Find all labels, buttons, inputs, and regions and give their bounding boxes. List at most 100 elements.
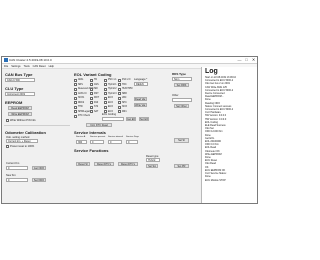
eol-option-3-1-label: PSC 1.1: [108, 79, 117, 81]
eol-option-1-8-checkbox[interactable]: [74, 110, 77, 113]
eol-option-1-3-checkbox[interactable]: [74, 87, 77, 91]
eol-option-3-5[interactable]: ECO: [104, 96, 117, 100]
close-button[interactable]: ✕: [250, 57, 257, 63]
odo-method-select[interactable]: Current km, + Reset: [6, 139, 38, 143]
eol-option-4-1-checkbox[interactable]: [118, 78, 121, 82]
eol-option-1-4-checkbox[interactable]: [74, 92, 77, 95]
eol-option-3-7-checkbox[interactable]: [104, 105, 107, 109]
eol-option-3-5-checkbox[interactable]: [104, 96, 107, 100]
minimize-button[interactable]: —: [236, 57, 243, 63]
eol-option-3-7[interactable]: ECO: [104, 105, 117, 109]
eol-option-4-2[interactable]: TRC: [118, 83, 132, 87]
eol-option-2-5-checkbox[interactable]: [90, 96, 93, 100]
eol-option-2-1-checkbox[interactable]: [90, 78, 93, 82]
set-eol-button[interactable]: Set EOL: [139, 117, 149, 121]
write-without-pn-checkbox[interactable]: [6, 119, 9, 122]
eol-option-2-7-checkbox[interactable]: [90, 105, 93, 109]
eol-option-4-8[interactable]: MZ1: [118, 110, 132, 114]
eol-option-1-2-checkbox[interactable]: [74, 83, 77, 86]
reset-type-select[interactable]: Hybrid: [146, 158, 160, 162]
eol-option-4-4-checkbox[interactable]: [118, 92, 121, 95]
reset-dtc-button-1[interactable]: Reset DTC's: [94, 162, 114, 166]
si-interval-field[interactable]: 0: [108, 140, 122, 144]
eol-option-2-6-checkbox[interactable]: [90, 101, 93, 104]
eol-option-4-5-checkbox[interactable]: [118, 96, 121, 100]
eol-option-2-6[interactable]: R10: [90, 101, 99, 105]
eol-option-2-3[interactable]: SDI: [90, 87, 99, 91]
eol-option-1-5-checkbox[interactable]: [74, 96, 77, 100]
menu-can-reset[interactable]: CAN Reset: [33, 65, 46, 68]
eol-option-3-6-checkbox[interactable]: [104, 101, 107, 104]
eol-option-3-3-checkbox[interactable]: [104, 87, 107, 91]
eol-option-2-2-checkbox[interactable]: [90, 83, 93, 86]
new-km-field[interactable]: 0: [6, 178, 28, 182]
get-odo-button[interactable]: Get ODO: [32, 166, 46, 170]
set-pr-button[interactable]: Set PR: [174, 164, 189, 168]
log-panel[interactable]: Log Start on 22.08.2019 13:06:10 Connecte…: [201, 67, 257, 203]
eol-option-2-3-checkbox[interactable]: [90, 87, 93, 91]
eol-option-4-7[interactable]: NOX: [118, 105, 132, 109]
write-variant-button[interactable]: Write Var.: [134, 103, 147, 107]
eol-option-1-7-checkbox[interactable]: [74, 105, 77, 109]
eol-option-3-2-checkbox[interactable]: [104, 83, 107, 86]
set-other-button[interactable]: Set Other: [174, 104, 189, 108]
eol-option-1-9[interactable]: DTC Check: [74, 114, 94, 118]
eol-option-2-8-checkbox[interactable]: [90, 110, 93, 113]
eol-option-3-4-checkbox[interactable]: [104, 92, 107, 95]
menu-tools[interactable]: Tools: [24, 65, 30, 68]
set-sa-button[interactable]: Set SA: [146, 164, 158, 168]
si-a-field[interactable]: 360: [76, 140, 87, 144]
eol-option-4-8-checkbox[interactable]: [118, 110, 121, 113]
eol-option-2-1[interactable]: TD: [90, 78, 99, 82]
rds-select[interactable]: Nom: [172, 77, 192, 81]
preset-reset-checkbox[interactable]: [6, 145, 9, 148]
eol-option-3-4[interactable]: Hybrid 3: [104, 92, 117, 96]
menu-file[interactable]: File: [4, 65, 8, 68]
current-km-field[interactable]: 0: [6, 166, 28, 170]
si-percent-field[interactable]: 0: [90, 140, 104, 144]
set-odo-button[interactable]: Set ODO: [32, 178, 46, 182]
menu-help[interactable]: Help: [49, 65, 54, 68]
eol-option-4-7-checkbox[interactable]: [118, 105, 121, 109]
reset-si-button[interactable]: Reset SI: [76, 162, 90, 166]
eol-option-4-6[interactable]: SPC: [118, 101, 132, 105]
eol-option-2-7[interactable]: ST2: [90, 105, 99, 109]
eol-option-4-1[interactable]: FSC 2.0: [118, 78, 132, 82]
eol-option-4-3-checkbox[interactable]: [118, 87, 121, 91]
si-days-field[interactable]: 0: [126, 140, 138, 144]
get-eol-button[interactable]: Get EOL: [126, 117, 136, 121]
eol-option-2-4[interactable]: DST: [90, 92, 99, 96]
write-eeprom-button[interactable]: Write EEPROM: [8, 112, 32, 116]
reset-dtc-button-2[interactable]: Reset DTC's: [118, 162, 138, 166]
eol-option-3-1-checkbox[interactable]: [104, 78, 107, 82]
clu-dtc-button[interactable]: CLU DTC Read: [86, 123, 112, 127]
eol-option-2-5[interactable]: MOT: [90, 96, 99, 100]
eol-option-4-2-checkbox[interactable]: [118, 83, 121, 86]
can-bus-select[interactable]: CAN-C 500: [5, 78, 35, 82]
eol-option-3-6[interactable]: ECO: [104, 101, 117, 105]
eol-option-2-8[interactable]: SAT: [90, 110, 99, 114]
eol-option-4-4[interactable]: SBR: [118, 92, 132, 96]
eol-coding-field[interactable]: [102, 117, 124, 121]
clu-type-select[interactable]: Instrument 2019: [5, 92, 35, 96]
eol-option-4-6-checkbox[interactable]: [118, 101, 121, 104]
set-rds-button[interactable]: Set RDS: [174, 83, 189, 87]
eol-option-4-3[interactable]: HUD/TPM: [118, 87, 132, 91]
eol-option-1-1-checkbox[interactable]: [74, 78, 77, 82]
eol-option-2-4-checkbox[interactable]: [90, 92, 93, 95]
menu-settings[interactable]: Settings: [11, 65, 20, 68]
other-label: Other: [172, 94, 179, 97]
eol-option-3-3[interactable]: Hybrid 2: [104, 87, 117, 91]
eol-option-3-2[interactable]: Hybrid 1: [104, 83, 117, 87]
maximize-button[interactable]: □: [243, 57, 250, 63]
eol-option-1-6-checkbox[interactable]: [74, 101, 77, 104]
other-field[interactable]: [172, 98, 192, 102]
eol-option-1-9-checkbox[interactable]: [74, 114, 77, 118]
eol-option-3-1[interactable]: PSC 1.1: [104, 78, 117, 82]
set-si-button[interactable]: Set SI: [174, 138, 189, 143]
read-variant-button[interactable]: Read Var.: [134, 97, 147, 101]
eol-option-2-2[interactable]: ASS: [90, 83, 99, 87]
read-eeprom-button[interactable]: Read EEPROM: [8, 106, 32, 110]
eol-option-4-5[interactable]: LBC: [118, 96, 132, 100]
language-field[interactable]: DE/EN: [134, 82, 148, 86]
